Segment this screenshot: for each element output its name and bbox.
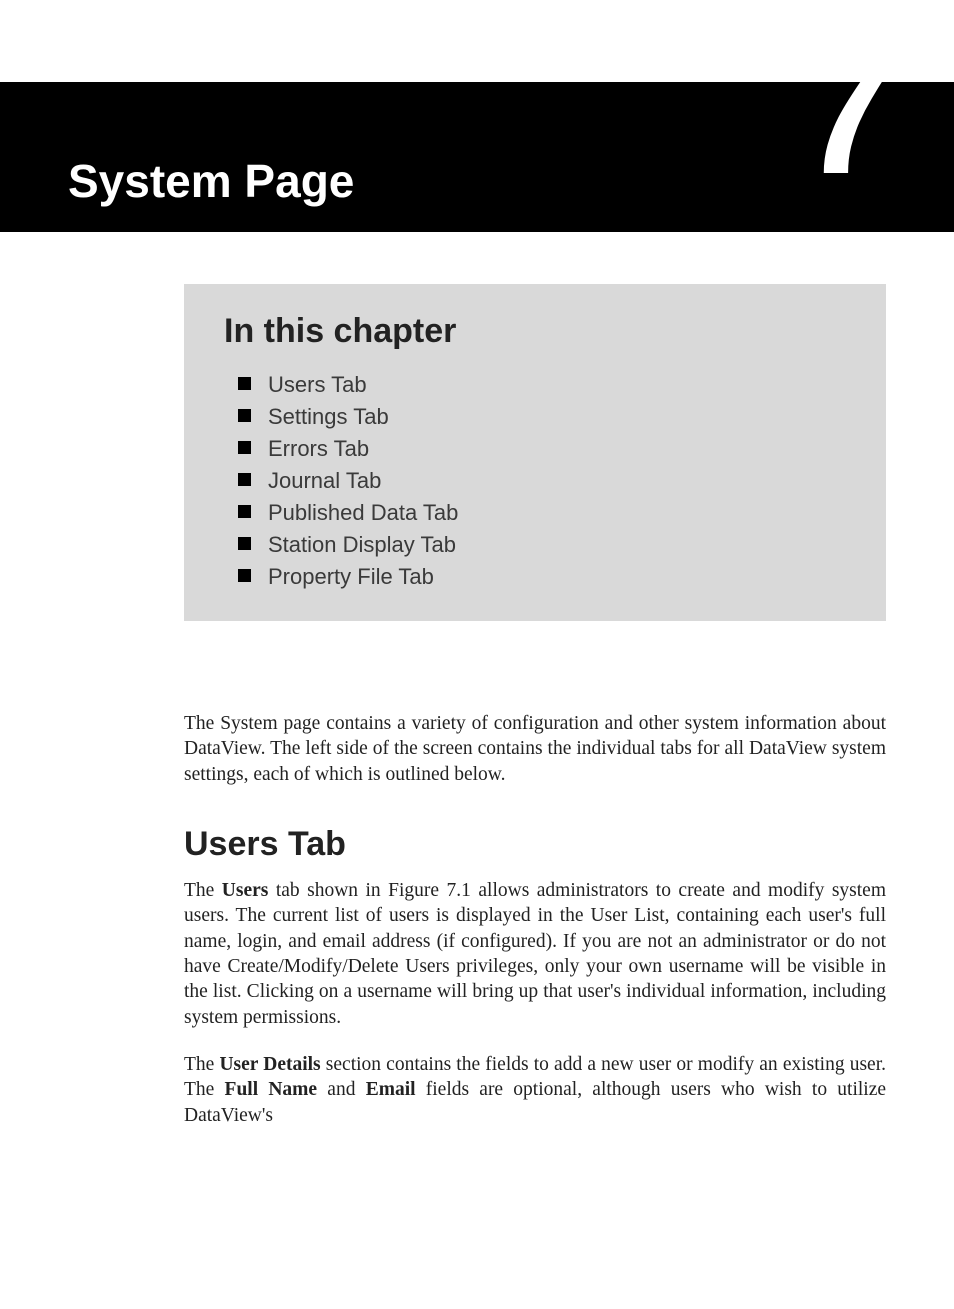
square-bullet-icon xyxy=(238,441,251,454)
toc-item: Property File Tab xyxy=(268,561,846,593)
intro-paragraph: The System page contains a variety of co… xyxy=(184,711,886,787)
square-bullet-icon xyxy=(238,569,251,582)
toc-list: Users Tab Settings Tab Errors Tab Journa… xyxy=(224,369,846,593)
square-bullet-icon xyxy=(238,473,251,486)
chapter-number: 7 xyxy=(799,30,894,200)
text-run: tab shown in Figure 7.1 allows administr… xyxy=(184,880,886,1028)
square-bullet-icon xyxy=(238,505,251,518)
square-bullet-icon xyxy=(238,377,251,390)
square-bullet-icon xyxy=(238,537,251,550)
toc-item-label: Errors Tab xyxy=(268,436,369,461)
chapter-banner: System Page 7 xyxy=(0,82,954,232)
toc-item-label: Users Tab xyxy=(268,372,367,397)
toc-item: Users Tab xyxy=(268,369,846,401)
toc-item-label: Journal Tab xyxy=(268,468,381,493)
toc-heading: In this chapter xyxy=(224,312,846,351)
chapter-title: System Page xyxy=(68,154,354,208)
bold-run: Users xyxy=(222,880,269,901)
section-paragraph: The User Details section contains the fi… xyxy=(184,1052,886,1128)
toc-item: Station Display Tab xyxy=(268,529,846,561)
toc-item: Journal Tab xyxy=(268,465,846,497)
toc-item: Published Data Tab xyxy=(268,497,846,529)
bold-run: Email xyxy=(366,1079,416,1100)
text-run: The xyxy=(184,880,222,901)
bold-run: Full Name xyxy=(225,1079,318,1100)
in-this-chapter-box: In this chapter Users Tab Settings Tab E… xyxy=(184,284,886,621)
section-heading-users-tab: Users Tab xyxy=(184,825,886,864)
toc-item-label: Station Display Tab xyxy=(268,532,456,557)
toc-item: Settings Tab xyxy=(268,401,846,433)
body-text: The System page contains a variety of co… xyxy=(184,711,886,1128)
text-run: The xyxy=(184,1054,219,1075)
content-column: In this chapter Users Tab Settings Tab E… xyxy=(184,284,886,1128)
square-bullet-icon xyxy=(238,409,251,422)
section-paragraph: The Users tab shown in Figure 7.1 allows… xyxy=(184,878,886,1030)
toc-item: Errors Tab xyxy=(268,433,846,465)
text-run: and xyxy=(317,1079,366,1100)
toc-item-label: Property File Tab xyxy=(268,564,434,589)
toc-item-label: Settings Tab xyxy=(268,404,389,429)
bold-run: User Details xyxy=(219,1054,320,1075)
toc-item-label: Published Data Tab xyxy=(268,500,458,525)
